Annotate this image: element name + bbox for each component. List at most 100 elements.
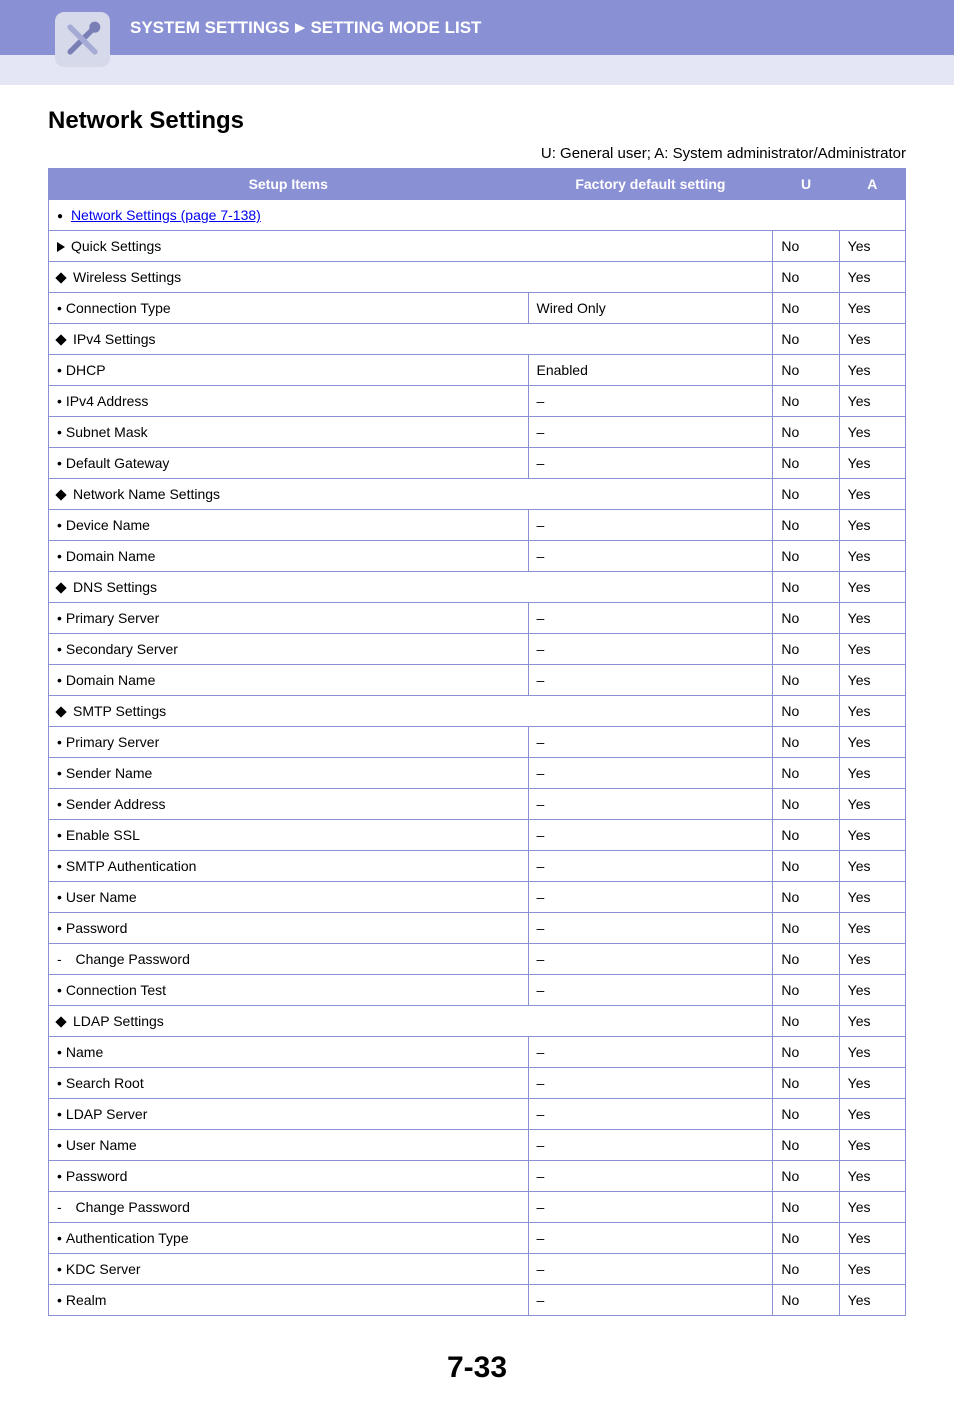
setup-item-label: Subnet Mask bbox=[66, 424, 148, 440]
table-row: •User Name–NoYes bbox=[49, 1130, 906, 1161]
setup-item-label: SMTP Settings bbox=[73, 703, 166, 719]
default-cell: – bbox=[528, 665, 773, 696]
setup-item-cell: •Realm bbox=[49, 1285, 529, 1316]
setup-item-cell: Quick Settings bbox=[49, 231, 773, 262]
a-cell: Yes bbox=[839, 820, 905, 851]
u-cell: No bbox=[773, 1223, 839, 1254]
setup-item-cell: •Enable SSL bbox=[49, 820, 529, 851]
setup-item-label: Change Password bbox=[75, 951, 189, 967]
setup-item-label: Domain Name bbox=[66, 548, 155, 564]
table-row: •Password–NoYes bbox=[49, 1161, 906, 1192]
u-cell: No bbox=[773, 851, 839, 882]
col-header-items: Setup Items bbox=[49, 169, 529, 200]
bullet-dot-icon: • bbox=[57, 1137, 62, 1153]
default-cell: – bbox=[528, 386, 773, 417]
default-cell: – bbox=[528, 448, 773, 479]
table-row: •Domain Name–NoYes bbox=[49, 665, 906, 696]
u-cell: No bbox=[773, 417, 839, 448]
u-cell: No bbox=[773, 541, 839, 572]
link-row: ● Network Settings (page 7-138) bbox=[49, 200, 906, 231]
u-cell: No bbox=[773, 1037, 839, 1068]
u-cell: No bbox=[773, 696, 839, 727]
a-cell: Yes bbox=[839, 1037, 905, 1068]
table-row: •LDAP Server–NoYes bbox=[49, 1099, 906, 1130]
bullet-dot-icon: • bbox=[57, 1261, 62, 1277]
a-cell: Yes bbox=[839, 1006, 905, 1037]
setup-item-cell: •Primary Server bbox=[49, 603, 529, 634]
bullet-dot-icon: • bbox=[57, 1230, 62, 1246]
table-row: •Connection TypeWired OnlyNoYes bbox=[49, 293, 906, 324]
setup-item-cell: •LDAP Server bbox=[49, 1099, 529, 1130]
setup-item-cell: •Name bbox=[49, 1037, 529, 1068]
setup-item-cell: DNS Settings bbox=[49, 572, 773, 603]
table-row: •Domain Name–NoYes bbox=[49, 541, 906, 572]
a-cell: Yes bbox=[839, 851, 905, 882]
default-cell: – bbox=[528, 820, 773, 851]
setup-item-label: Search Root bbox=[66, 1075, 144, 1091]
setup-item-cell: SMTP Settings bbox=[49, 696, 773, 727]
a-cell: Yes bbox=[839, 1068, 905, 1099]
default-cell: Enabled bbox=[528, 355, 773, 386]
default-cell: – bbox=[528, 417, 773, 448]
setup-item-cell: •DHCP bbox=[49, 355, 529, 386]
default-cell: – bbox=[528, 1254, 773, 1285]
setup-item-label: Network Name Settings bbox=[73, 486, 220, 502]
setup-item-cell: •Sender Address bbox=[49, 789, 529, 820]
col-header-default: Factory default setting bbox=[528, 169, 773, 200]
setup-item-label: User Name bbox=[66, 889, 137, 905]
table-row: •Default Gateway–NoYes bbox=[49, 448, 906, 479]
u-cell: No bbox=[773, 231, 839, 262]
setup-item-label: Connection Test bbox=[66, 982, 166, 998]
table-row: •Search Root–NoYes bbox=[49, 1068, 906, 1099]
a-cell: Yes bbox=[839, 479, 905, 510]
default-cell: – bbox=[528, 1068, 773, 1099]
setup-item-label: Secondary Server bbox=[66, 641, 178, 657]
bullet-dot-icon: • bbox=[57, 734, 62, 750]
bullet-dot-icon: • bbox=[57, 548, 62, 564]
u-cell: No bbox=[773, 1130, 839, 1161]
bullet-dot-icon: • bbox=[57, 920, 62, 936]
table-row: LDAP SettingsNoYes bbox=[49, 1006, 906, 1037]
table-row: - Change Password–NoYes bbox=[49, 1192, 906, 1223]
bullet-dot-icon: • bbox=[57, 393, 62, 409]
a-cell: Yes bbox=[839, 727, 905, 758]
u-cell: No bbox=[773, 386, 839, 417]
setup-item-cell: Wireless Settings bbox=[49, 262, 773, 293]
setup-item-label: LDAP Server bbox=[66, 1106, 147, 1122]
a-cell: Yes bbox=[839, 665, 905, 696]
setup-item-cell: •SMTP Authentication bbox=[49, 851, 529, 882]
u-cell: No bbox=[773, 1099, 839, 1130]
table-row: •Password–NoYes bbox=[49, 913, 906, 944]
bullet-dot-icon: • bbox=[57, 1044, 62, 1060]
page-title: Network Settings bbox=[48, 107, 906, 135]
settings-table: Setup Items Factory default setting U A … bbox=[48, 168, 906, 1316]
a-cell: Yes bbox=[839, 696, 905, 727]
setup-item-cell: •Subnet Mask bbox=[49, 417, 529, 448]
table-row: •Name–NoYes bbox=[49, 1037, 906, 1068]
setup-item-cell: •Secondary Server bbox=[49, 634, 529, 665]
diamond-icon bbox=[55, 583, 66, 594]
a-cell: Yes bbox=[839, 324, 905, 355]
table-row: •User Name–NoYes bbox=[49, 882, 906, 913]
bullet-dot-icon: • bbox=[57, 827, 62, 843]
u-cell: No bbox=[773, 975, 839, 1006]
breadcrumb: SYSTEM SETTINGS ► SETTING MODE LIST bbox=[0, 0, 954, 55]
table-row: IPv4 SettingsNoYes bbox=[49, 324, 906, 355]
a-cell: Yes bbox=[839, 882, 905, 913]
default-cell: – bbox=[528, 541, 773, 572]
dash-icon: - bbox=[57, 951, 69, 967]
setup-item-label: DNS Settings bbox=[73, 579, 157, 595]
dash-icon: - bbox=[57, 1199, 69, 1215]
setup-item-cell: •KDC Server bbox=[49, 1254, 529, 1285]
table-row: •Secondary Server–NoYes bbox=[49, 634, 906, 665]
a-cell: Yes bbox=[839, 1192, 905, 1223]
default-cell: – bbox=[528, 758, 773, 789]
setup-item-label: Change Password bbox=[75, 1199, 189, 1215]
diamond-icon bbox=[55, 335, 66, 346]
network-settings-link[interactable]: Network Settings (page 7-138) bbox=[71, 207, 261, 223]
setup-item-label: KDC Server bbox=[66, 1261, 141, 1277]
setup-item-label: Quick Settings bbox=[71, 238, 161, 254]
default-cell: – bbox=[528, 975, 773, 1006]
setup-item-label: Primary Server bbox=[66, 734, 159, 750]
a-cell: Yes bbox=[839, 386, 905, 417]
